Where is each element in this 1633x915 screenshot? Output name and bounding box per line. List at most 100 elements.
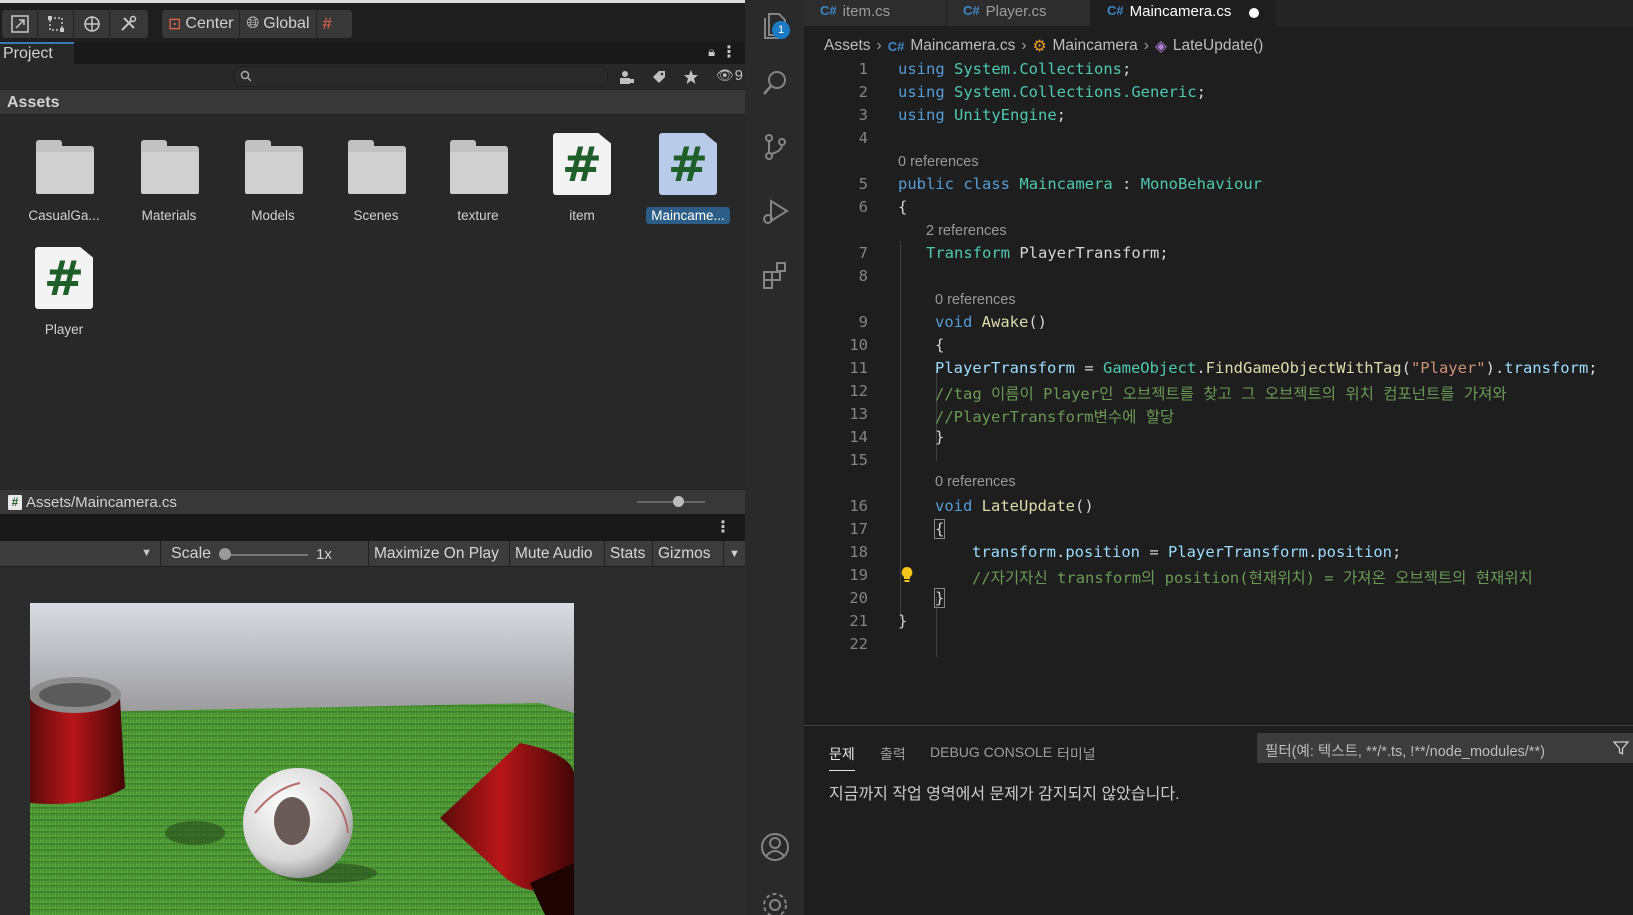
code-line-16: void LateUpdate() xyxy=(935,497,1094,515)
codelens-references[interactable]: 0 references xyxy=(935,292,1016,308)
vscode-window: 1 C# item.cs C# Player.cs C# Maincamera.… xyxy=(745,0,1633,915)
codelens-references[interactable]: 0 references xyxy=(935,474,1016,490)
code-line-3: using UnityEngine; xyxy=(898,106,1067,124)
asset-folder-models[interactable]: Models xyxy=(231,133,315,224)
filter-placeholder: 필터(예: 텍스트, **/*.ts, !**/node_modules/**) xyxy=(1265,744,1545,760)
code-line-12: //tag 이름이 Player인 오브젝트를 찾고 그 오브젝트의 위치 컴포… xyxy=(935,385,1507,403)
game-tabbar: ⋮ xyxy=(0,514,745,541)
scale-slider[interactable] xyxy=(224,554,308,556)
lock-icon[interactable]: 🔒︎ xyxy=(708,44,715,60)
csharp-script-icon: # xyxy=(657,133,719,195)
line-number: 4 xyxy=(858,129,868,147)
expand-icon xyxy=(10,15,29,33)
rect-expand-tool-button[interactable] xyxy=(2,10,38,38)
breadcrumb-assets[interactable]: Assets xyxy=(824,37,871,55)
tab-debug-console[interactable]: DEBUG CONSOLE xyxy=(930,744,1052,760)
activity-accounts[interactable] xyxy=(745,822,804,872)
folder-icon xyxy=(447,133,509,195)
tab-output[interactable]: 출력 xyxy=(880,744,906,764)
pivot-global-toggle[interactable]: 🌐︎ Global xyxy=(240,10,317,38)
tab-project[interactable]: Project xyxy=(0,42,74,64)
folder-icon xyxy=(345,133,407,195)
asset-folder-texture[interactable]: texture xyxy=(436,133,520,224)
line-number: 21 xyxy=(849,612,868,630)
search-icon xyxy=(240,70,252,82)
line-number: 2 xyxy=(858,83,868,101)
problems-empty-message: 지금까지 작업 영역에서 문제가 감지되지 않았습니다. xyxy=(829,786,1180,803)
tab-player-cs[interactable]: C# Player.cs xyxy=(947,0,1091,26)
favorites-button[interactable] xyxy=(679,67,703,87)
icon-size-slider[interactable] xyxy=(637,496,705,507)
asset-folder-scenes[interactable]: Scenes xyxy=(334,133,418,224)
project-search-input[interactable] xyxy=(233,66,608,87)
scale-slider-knob[interactable] xyxy=(219,548,231,560)
rect-tool-button[interactable] xyxy=(38,10,74,38)
grid-snap-toggle[interactable]: # xyxy=(317,10,338,38)
lightbulb-icon[interactable] xyxy=(900,566,914,584)
icon-size-slider-knob[interactable] xyxy=(673,496,684,507)
code-line-7: Transform PlayerTransform; xyxy=(926,244,1169,262)
activity-explorer[interactable]: 1 xyxy=(745,0,804,50)
unsaved-dot-icon[interactable] xyxy=(1249,8,1260,18)
indent-guide xyxy=(900,241,901,619)
codelens-references[interactable]: 0 references xyxy=(898,154,979,170)
maximize-on-play-toggle[interactable]: Maximize On Play xyxy=(368,541,504,567)
line-number: 12 xyxy=(849,382,868,400)
kebab-menu-icon[interactable]: ⋮ xyxy=(715,517,731,537)
soccer-ball xyxy=(243,768,353,878)
code-line-6: { xyxy=(898,198,908,216)
account-icon xyxy=(760,833,789,861)
gizmos-toggle[interactable]: Gizmos xyxy=(652,541,716,567)
code-line-14: } xyxy=(935,428,945,446)
asset-folder-casualgame[interactable]: CasualGa... xyxy=(22,133,106,224)
csharp-script-icon: # xyxy=(33,247,95,309)
line-number: 20 xyxy=(849,589,868,607)
asset-script-item[interactable]: # item xyxy=(540,133,624,224)
scale-value: 1x xyxy=(316,546,332,563)
breadcrumb-file[interactable]: Maincamera.cs xyxy=(910,37,1015,55)
aspect-dropdown[interactable]: ▼ xyxy=(0,541,161,567)
search-by-label-button[interactable] xyxy=(647,67,671,87)
breadcrumb-class[interactable]: Maincamera xyxy=(1052,37,1137,55)
explorer-badge: 1 xyxy=(772,21,790,39)
mute-audio-toggle[interactable]: Mute Audio xyxy=(509,541,598,567)
code-line-9: void Awake() xyxy=(935,313,1048,331)
custom-tools-button[interactable] xyxy=(110,10,146,38)
kebab-menu-icon[interactable]: ⋮ xyxy=(721,42,737,62)
codelens-references[interactable]: 2 references xyxy=(926,223,1007,239)
activity-search[interactable] xyxy=(745,58,804,108)
activity-source-control[interactable] xyxy=(745,122,804,172)
breadcrumb-method[interactable]: LateUpdate() xyxy=(1173,37,1263,55)
problems-filter-input[interactable]: 필터(예: 텍스트, **/*.ts, !**/node_modules/**) xyxy=(1257,733,1633,763)
unity-editor: ⊡ Center 🌐︎ Global # Project 🔒︎ ⋮ 👁︎ 9 A… xyxy=(0,0,745,915)
activity-manage[interactable] xyxy=(745,880,804,915)
search-by-type-button[interactable] xyxy=(615,67,639,87)
gizmos-dropdown-arrow-icon[interactable]: ▼ xyxy=(723,541,745,567)
pivot-center-toggle[interactable]: ⊡ Center xyxy=(162,10,241,38)
project-tabbar: Project 🔒︎ ⋮ xyxy=(0,42,745,64)
asset-script-player[interactable]: # Player xyxy=(22,247,106,338)
project-breadcrumb[interactable]: Assets xyxy=(0,90,745,115)
tab-problems[interactable]: 문제 xyxy=(829,744,855,771)
asset-folder-materials[interactable]: Materials xyxy=(127,133,211,224)
csharp-script-icon: # xyxy=(551,133,613,195)
transform-tool-button[interactable] xyxy=(74,10,110,38)
filter-icon[interactable] xyxy=(1613,740,1629,756)
tab-maincamera-cs[interactable]: C# Maincamera.cs xyxy=(1091,0,1276,26)
stats-toggle[interactable]: Stats xyxy=(604,541,650,567)
activity-run-debug[interactable] xyxy=(745,186,804,236)
code-editor[interactable]: 1 2 3 4 5 6 7 8 9 10 11 12 13 14 15 16 1… xyxy=(804,57,1633,717)
line-number: 3 xyxy=(858,106,868,124)
code-line-20: } xyxy=(933,588,946,608)
tab-terminal[interactable]: 터미널 xyxy=(1057,744,1096,764)
csharp-file-icon: C# xyxy=(963,3,980,18)
selected-asset-path-bar: # Assets/Maincamera.cs xyxy=(0,490,745,514)
asset-script-maincamera[interactable]: # Maincame... xyxy=(646,133,730,224)
eye-slash-icon: 👁︎ xyxy=(715,67,734,83)
tab-item-cs[interactable]: C# item.cs xyxy=(804,0,947,26)
hidden-packages-toggle[interactable]: 👁︎ 9 xyxy=(716,67,743,84)
activity-extensions[interactable] xyxy=(745,250,804,300)
line-number: 22 xyxy=(849,635,868,653)
code-line-10: { xyxy=(935,336,945,354)
folder-icon xyxy=(138,133,200,195)
